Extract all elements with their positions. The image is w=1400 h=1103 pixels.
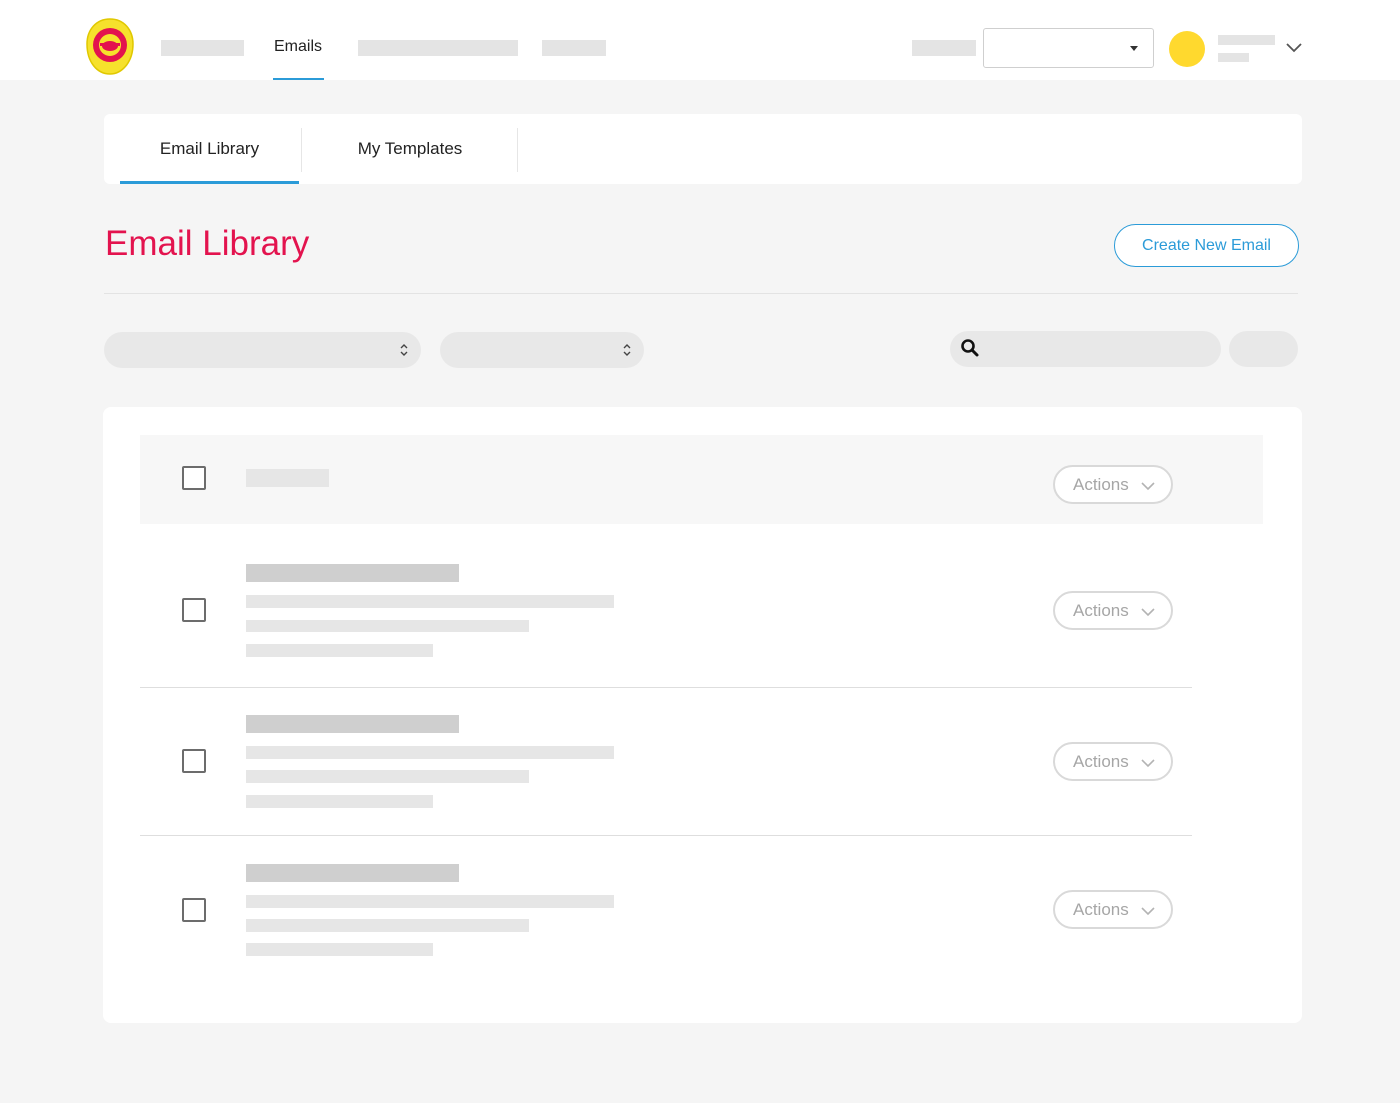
email-meta-placeholder (246, 919, 529, 932)
nav-item-emails[interactable]: Emails (274, 38, 322, 56)
page-title: Email Library (105, 224, 310, 263)
filter-select-1[interactable] (104, 332, 421, 368)
search-input[interactable] (950, 331, 1221, 367)
avatar[interactable] (1169, 31, 1205, 67)
actions-label: Actions (1073, 474, 1129, 494)
tab-active-indicator (120, 181, 299, 184)
search-button[interactable] (1229, 331, 1298, 367)
tab-divider (517, 128, 518, 172)
email-meta-placeholder (246, 795, 433, 808)
email-title-placeholder[interactable] (246, 564, 459, 582)
search-icon (961, 339, 979, 357)
tab-my-templates[interactable]: My Templates (304, 114, 516, 184)
email-meta-placeholder (246, 895, 614, 908)
tab-email-library[interactable]: Email Library (120, 114, 299, 184)
account-select[interactable] (983, 28, 1154, 68)
email-meta-placeholder (246, 620, 529, 632)
tab-divider (301, 128, 302, 172)
sort-updown-icon (400, 344, 408, 356)
chevron-down-icon (1141, 482, 1155, 491)
row-divider (140, 835, 1192, 836)
row-checkbox[interactable] (182, 898, 206, 922)
row-actions-button[interactable]: Actions (1053, 591, 1173, 630)
email-meta-placeholder (246, 595, 614, 608)
email-title-placeholder[interactable] (246, 715, 459, 733)
logo-icon[interactable] (86, 18, 134, 76)
create-new-email-button[interactable]: Create New Email (1114, 224, 1299, 267)
nav-item-placeholder[interactable] (542, 40, 606, 56)
email-list-card: Actions Actions Actions Actions (103, 407, 1302, 1023)
email-meta-placeholder (246, 644, 433, 657)
actions-label: Actions (1073, 751, 1129, 771)
select-all-checkbox[interactable] (182, 466, 206, 490)
row-checkbox[interactable] (182, 749, 206, 773)
actions-label: Actions (1073, 899, 1129, 919)
divider (104, 293, 1298, 294)
email-meta-placeholder (246, 746, 614, 759)
header-label-placeholder (246, 469, 329, 487)
tab-bar: Email Library My Templates (104, 114, 1302, 184)
nav-item-placeholder[interactable] (161, 40, 244, 56)
user-role-placeholder (1218, 53, 1249, 62)
user-name-placeholder (1218, 35, 1275, 45)
actions-label: Actions (1073, 600, 1129, 620)
email-meta-placeholder (246, 943, 433, 956)
chevron-down-icon (1141, 608, 1155, 617)
filter-select-2[interactable] (440, 332, 644, 368)
chevron-down-icon[interactable] (1285, 40, 1303, 54)
row-actions-button[interactable]: Actions (1053, 742, 1173, 781)
account-label-placeholder (912, 40, 976, 56)
bulk-actions-button[interactable]: Actions (1053, 465, 1173, 504)
top-navigation-bar: Emails (0, 0, 1400, 80)
chevron-down-icon (1141, 759, 1155, 768)
chevron-down-icon (1141, 907, 1155, 916)
row-checkbox[interactable] (182, 598, 206, 622)
nav-active-indicator (273, 78, 324, 80)
nav-item-placeholder[interactable] (358, 40, 518, 56)
email-title-placeholder[interactable] (246, 864, 459, 882)
sort-updown-icon (623, 344, 631, 356)
email-meta-placeholder (246, 770, 529, 783)
row-divider (140, 687, 1192, 688)
row-actions-button[interactable]: Actions (1053, 890, 1173, 929)
dropdown-caret-icon (1130, 46, 1138, 51)
